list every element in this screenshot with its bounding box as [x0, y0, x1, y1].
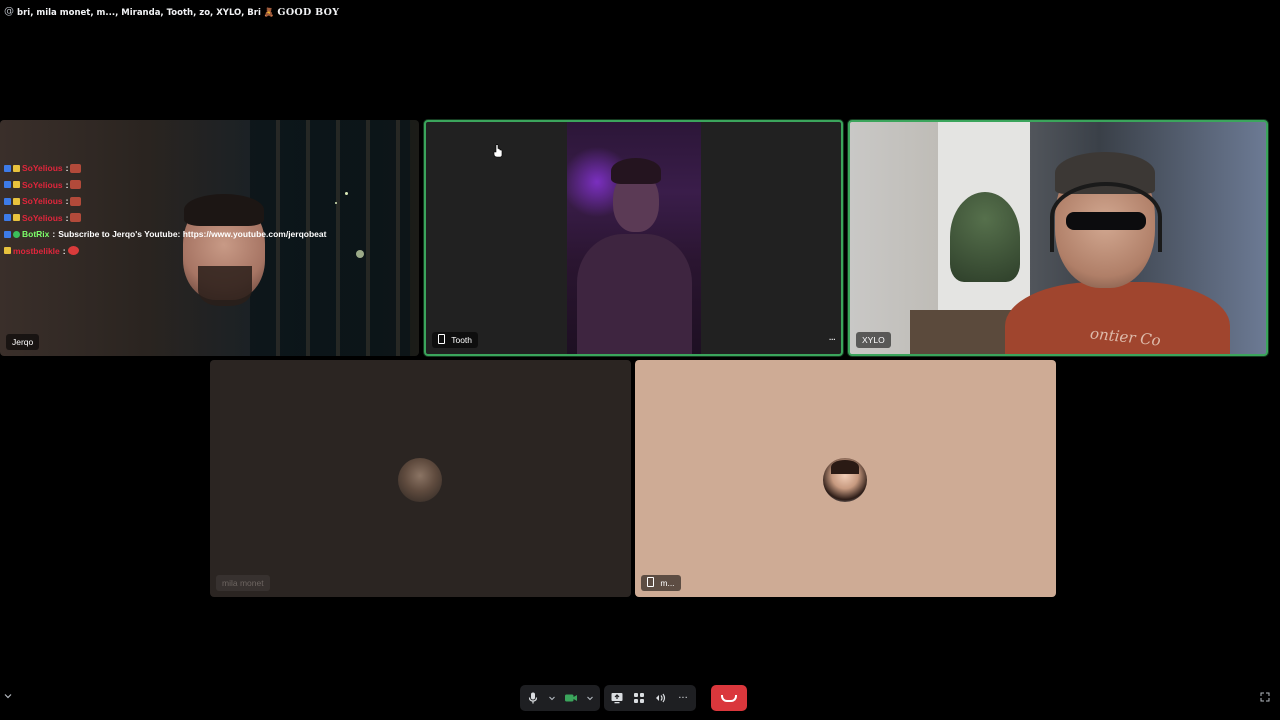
call-participants-title[interactable]: bri, mila monet, m..., Miranda, Tooth, z…	[17, 7, 339, 18]
chevron-down-icon[interactable]	[586, 691, 594, 705]
at-icon: @	[4, 6, 14, 17]
leave-call-button[interactable]	[711, 685, 747, 711]
chat-line: SoYelious :	[4, 177, 326, 194]
video-tile-xylo[interactable]: ontier Co XYLO	[848, 120, 1268, 356]
prime-badge-icon	[4, 164, 11, 172]
emote-icon	[70, 163, 82, 173]
chat-separator: :	[65, 196, 69, 207]
mouse-cursor-icon	[493, 144, 503, 158]
activities-icon[interactable]	[632, 691, 646, 705]
chat-line: SoYelious :	[4, 193, 326, 210]
chat-username: SoYelious	[22, 179, 63, 190]
city-light	[356, 250, 364, 258]
plant	[950, 192, 1020, 282]
chat-username: mostbelikle	[13, 245, 60, 256]
mobile-icon	[438, 334, 445, 344]
chat-separator: :	[52, 229, 56, 240]
screen-share-icon[interactable]	[610, 691, 624, 705]
participants-list: bri, mila monet, m..., Miranda, Tooth, z…	[17, 8, 261, 18]
person-body	[577, 234, 692, 354]
sub-badge-icon	[13, 197, 20, 205]
video-tile-tooth[interactable]: Tooth ···	[424, 120, 843, 356]
chat-separator: :	[62, 245, 66, 256]
video-tile-m[interactable]: m...	[635, 360, 1056, 597]
city-light	[335, 202, 337, 204]
call-title-bar: @ bri, mila monet, m..., Miranda, Tooth,…	[0, 0, 1280, 24]
sub-badge-icon	[4, 247, 11, 255]
emote-icon	[70, 213, 82, 223]
user-avatar	[398, 458, 442, 502]
participant-name-mila-monet: mila monet	[216, 575, 270, 591]
call-controls: ···	[520, 685, 696, 711]
participant-name-label: m...	[660, 578, 675, 588]
prime-badge-icon	[4, 181, 11, 189]
sunglasses	[1066, 212, 1146, 230]
chat-line: mostbelikle :	[4, 243, 326, 260]
user-avatar	[823, 458, 867, 502]
chat-username: SoYelious	[22, 163, 63, 174]
hang-up-icon	[721, 694, 737, 702]
chat-separator: :	[65, 212, 69, 223]
bot-badge-icon	[13, 230, 20, 238]
mic-control	[520, 685, 600, 711]
title-suffix: GOOD BOY	[277, 7, 340, 18]
teddy-emoji: 🧸	[263, 8, 275, 18]
chat-username: SoYelious	[22, 196, 63, 207]
video-tile-mila-monet[interactable]: mila monet	[210, 360, 631, 597]
chat-message: Subscribe to Jerqo's Youtube: https://ww…	[58, 229, 327, 240]
mobile-icon	[647, 577, 654, 587]
person-hair	[611, 158, 661, 184]
sub-badge-icon	[13, 164, 20, 172]
prime-badge-icon	[4, 214, 11, 222]
sub-badge-icon	[13, 181, 20, 189]
fullscreen-icon[interactable]	[1260, 692, 1270, 702]
prime-badge-icon	[4, 197, 11, 205]
tile-more-options-button[interactable]: ···	[828, 335, 835, 346]
emote-icon	[70, 196, 82, 206]
prime-badge-icon	[4, 230, 11, 238]
heart-emote-icon	[67, 246, 79, 256]
chat-separator: :	[65, 179, 69, 190]
participant-name-label: XYLO	[862, 335, 885, 345]
stream-chat-overlay: SoYelious : SoYelious : SoYelious : SoYe…	[4, 160, 326, 259]
emote-icon	[70, 180, 82, 190]
action-controls: ···	[604, 685, 696, 711]
chat-line: BotRix : Subscribe to Jerqo's Youtube: h…	[4, 226, 326, 243]
participant-name-label: mila monet	[222, 578, 264, 588]
chevron-down-icon[interactable]	[548, 691, 556, 705]
participant-video	[567, 122, 701, 354]
camera-icon[interactable]	[564, 691, 578, 705]
participant-name-label: Tooth	[451, 335, 473, 345]
chat-separator: :	[65, 163, 69, 174]
chat-line: SoYelious :	[4, 160, 326, 177]
microphone-icon[interactable]	[526, 691, 540, 705]
chevron-down-icon[interactable]	[4, 692, 12, 700]
participant-name-xylo: XYLO	[856, 332, 891, 348]
sub-badge-icon	[13, 214, 20, 222]
participant-name-jerqo: Jerqo	[6, 334, 40, 350]
person-beard	[198, 266, 252, 306]
participant-name-label: Jerqo	[12, 337, 34, 347]
participant-name-tooth: Tooth	[432, 332, 479, 348]
chat-username: BotRix	[22, 229, 50, 240]
city-light	[345, 192, 348, 195]
more-icon[interactable]: ···	[676, 691, 690, 705]
chat-line: SoYelious :	[4, 210, 326, 227]
participant-name-m: m...	[641, 575, 681, 591]
chat-username: SoYelious	[22, 212, 63, 223]
soundboard-icon[interactable]	[654, 691, 668, 705]
